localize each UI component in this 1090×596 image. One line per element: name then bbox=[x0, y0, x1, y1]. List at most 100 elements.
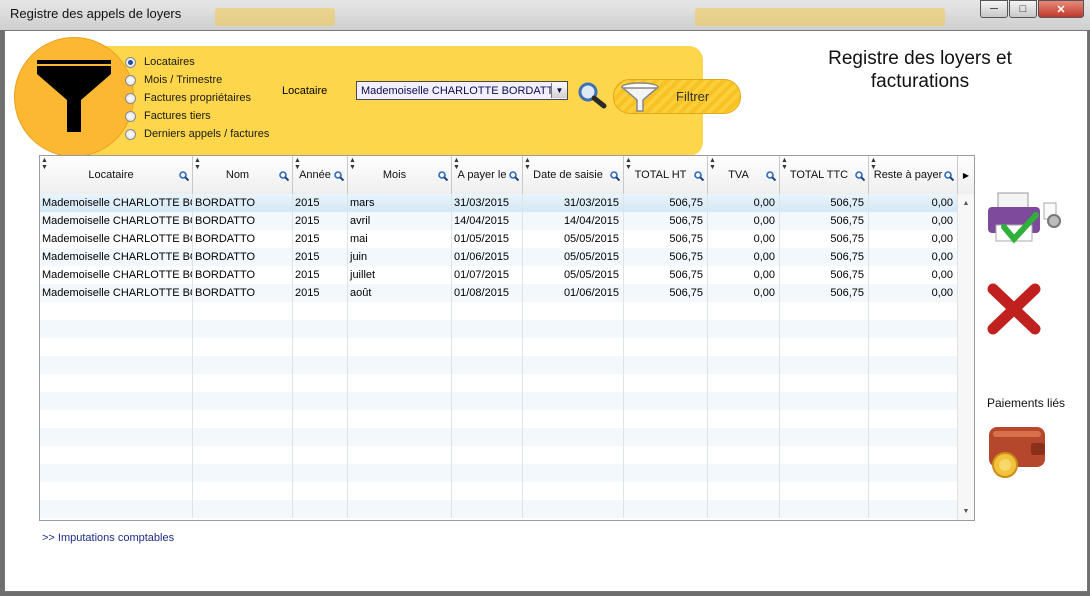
column-header[interactable]: ▲ ▼ Nom bbox=[193, 156, 293, 194]
delete-button[interactable] bbox=[985, 281, 1043, 337]
column-header[interactable]: ▲ ▼ TOTAL TTC bbox=[780, 156, 869, 194]
radio-derniers-appels[interactable]: Derniers appels / factures bbox=[125, 125, 269, 143]
column-search-icon[interactable] bbox=[694, 171, 704, 181]
maximize-button[interactable]: □ bbox=[1009, 0, 1037, 18]
radio-indicator[interactable] bbox=[125, 56, 136, 68]
empty-cell bbox=[193, 410, 293, 428]
empty-cell bbox=[40, 428, 193, 446]
more-columns-icon[interactable]: ▶ bbox=[958, 156, 974, 194]
column-header[interactable]: ▲ ▼ Locataire bbox=[40, 156, 193, 194]
column-header[interactable]: ▲ ▼ Reste à payer bbox=[869, 156, 958, 194]
column-search-icon[interactable] bbox=[179, 171, 189, 181]
vertical-scrollbar[interactable]: ▲ ▼ bbox=[957, 194, 974, 520]
search-icon[interactable] bbox=[577, 81, 607, 109]
column-search-icon[interactable] bbox=[509, 171, 519, 181]
column-header[interactable]: ▲ ▼ A payer le bbox=[452, 156, 523, 194]
table-row[interactable]: Mademoiselle CHARLOTTE BORDATTOBORDATTO2… bbox=[40, 284, 958, 302]
scroll-up-icon[interactable]: ▲ bbox=[958, 196, 974, 210]
table-cell: BORDATTO bbox=[193, 230, 293, 248]
chevron-down-icon[interactable]: ▼ bbox=[551, 83, 567, 98]
empty-cell bbox=[780, 338, 869, 356]
empty-cell bbox=[293, 410, 348, 428]
radio-indicator[interactable] bbox=[125, 128, 136, 140]
column-header[interactable]: ▲ ▼ TVA bbox=[708, 156, 780, 194]
empty-cell bbox=[624, 338, 708, 356]
empty-cell bbox=[708, 320, 780, 338]
table-row[interactable]: Mademoiselle CHARLOTTE BORDATTOBORDATTO2… bbox=[40, 194, 958, 212]
sort-arrow-icon[interactable]: ▲ ▼ bbox=[781, 157, 788, 171]
minimize-button[interactable]: ─ bbox=[980, 0, 1008, 18]
empty-cell bbox=[780, 374, 869, 392]
column-header[interactable]: ▲ ▼ Mois bbox=[348, 156, 452, 194]
column-search-icon[interactable] bbox=[279, 171, 289, 181]
column-header[interactable]: ▲ ▼ TOTAL HT bbox=[624, 156, 708, 194]
empty-cell bbox=[523, 338, 624, 356]
table-cell: BORDATTO bbox=[193, 266, 293, 284]
table-cell: 14/04/2015 bbox=[452, 212, 523, 230]
empty-cell bbox=[348, 338, 452, 356]
filter-button[interactable]: Filtrer bbox=[613, 79, 741, 114]
empty-table-row[interactable] bbox=[40, 392, 958, 410]
imputations-link[interactable]: >> Imputations comptables bbox=[42, 532, 174, 544]
column-header-label: Locataire bbox=[88, 169, 134, 181]
column-header[interactable]: ▲ ▼ Date de saisie bbox=[523, 156, 624, 194]
radio-locataires[interactable]: Locataires bbox=[125, 53, 269, 71]
radio-indicator[interactable] bbox=[125, 110, 136, 122]
column-search-icon[interactable] bbox=[610, 171, 620, 181]
empty-table-row[interactable] bbox=[40, 500, 958, 518]
sort-arrow-icon[interactable]: ▲ ▼ bbox=[453, 157, 460, 171]
empty-table-row[interactable] bbox=[40, 464, 958, 482]
table-header: ▲ ▼ Locataire ▲ ▼ Nom ▲ ▼ Année ▲ ▼ Mois ▲ ▼ A payer l… bbox=[40, 156, 974, 195]
column-search-icon[interactable] bbox=[855, 171, 865, 181]
filter-mode-group: Locataires Mois / Trimestre Factures pro… bbox=[125, 53, 269, 143]
empty-cell bbox=[452, 320, 523, 338]
table-cell: Mademoiselle CHARLOTTE BORDATTO bbox=[40, 230, 193, 248]
sort-arrow-icon[interactable]: ▲ ▼ bbox=[349, 157, 356, 171]
scroll-down-icon[interactable]: ▼ bbox=[958, 504, 974, 518]
radio-label: Mois / Trimestre bbox=[144, 74, 223, 86]
table-row[interactable]: Mademoiselle CHARLOTTE BORDATTOBORDATTO2… bbox=[40, 230, 958, 248]
empty-cell bbox=[869, 392, 958, 410]
print-validate-button[interactable] bbox=[986, 191, 1064, 247]
empty-table-row[interactable] bbox=[40, 410, 958, 428]
empty-table-row[interactable] bbox=[40, 320, 958, 338]
empty-cell bbox=[869, 320, 958, 338]
empty-cell bbox=[348, 320, 452, 338]
sort-arrow-icon[interactable]: ▲ ▼ bbox=[194, 157, 201, 171]
sort-arrow-icon[interactable]: ▲ ▼ bbox=[524, 157, 531, 171]
radio-mois-trimestre[interactable]: Mois / Trimestre bbox=[125, 71, 269, 89]
sort-arrow-icon[interactable]: ▲ ▼ bbox=[625, 157, 632, 171]
empty-cell bbox=[293, 356, 348, 374]
table-cell: 506,75 bbox=[624, 212, 708, 230]
empty-table-row[interactable] bbox=[40, 302, 958, 320]
empty-table-row[interactable] bbox=[40, 356, 958, 374]
empty-cell bbox=[193, 392, 293, 410]
empty-cell bbox=[869, 428, 958, 446]
radio-indicator[interactable] bbox=[125, 74, 136, 86]
radio-factures-tiers[interactable]: Factures tiers bbox=[125, 107, 269, 125]
wallet-coin-icon[interactable] bbox=[987, 421, 1049, 481]
sort-arrow-icon[interactable]: ▲ ▼ bbox=[294, 157, 301, 171]
empty-table-row[interactable] bbox=[40, 482, 958, 500]
column-search-icon[interactable] bbox=[334, 171, 344, 181]
empty-table-row[interactable] bbox=[40, 446, 958, 464]
locataire-select[interactable]: Mademoiselle CHARLOTTE BORDATTO ▼ bbox=[356, 81, 568, 100]
close-window-button[interactable]: ✕ bbox=[1038, 0, 1084, 18]
table-row[interactable]: Mademoiselle CHARLOTTE BORDATTOBORDATTO2… bbox=[40, 266, 958, 284]
column-search-icon[interactable] bbox=[766, 171, 776, 181]
radio-indicator[interactable] bbox=[125, 92, 136, 104]
sort-arrow-icon[interactable]: ▲ ▼ bbox=[41, 157, 48, 171]
column-header[interactable]: ▲ ▼ Année bbox=[293, 156, 348, 194]
radio-factures-proprietaires[interactable]: Factures propriétaires bbox=[125, 89, 269, 107]
column-search-icon[interactable] bbox=[944, 171, 954, 181]
table-cell: Mademoiselle CHARLOTTE BORDATTO bbox=[40, 248, 193, 266]
sort-arrow-icon[interactable]: ▲ ▼ bbox=[870, 157, 877, 171]
column-search-icon[interactable] bbox=[438, 171, 448, 181]
sort-arrow-icon[interactable]: ▲ ▼ bbox=[709, 157, 716, 171]
empty-table-row[interactable] bbox=[40, 428, 958, 446]
empty-table-row[interactable] bbox=[40, 374, 958, 392]
empty-table-row[interactable] bbox=[40, 338, 958, 356]
table-row[interactable]: Mademoiselle CHARLOTTE BORDATTOBORDATTO2… bbox=[40, 248, 958, 266]
table-row[interactable]: Mademoiselle CHARLOTTE BORDATTOBORDATTO2… bbox=[40, 212, 958, 230]
table-cell: BORDATTO bbox=[193, 284, 293, 302]
